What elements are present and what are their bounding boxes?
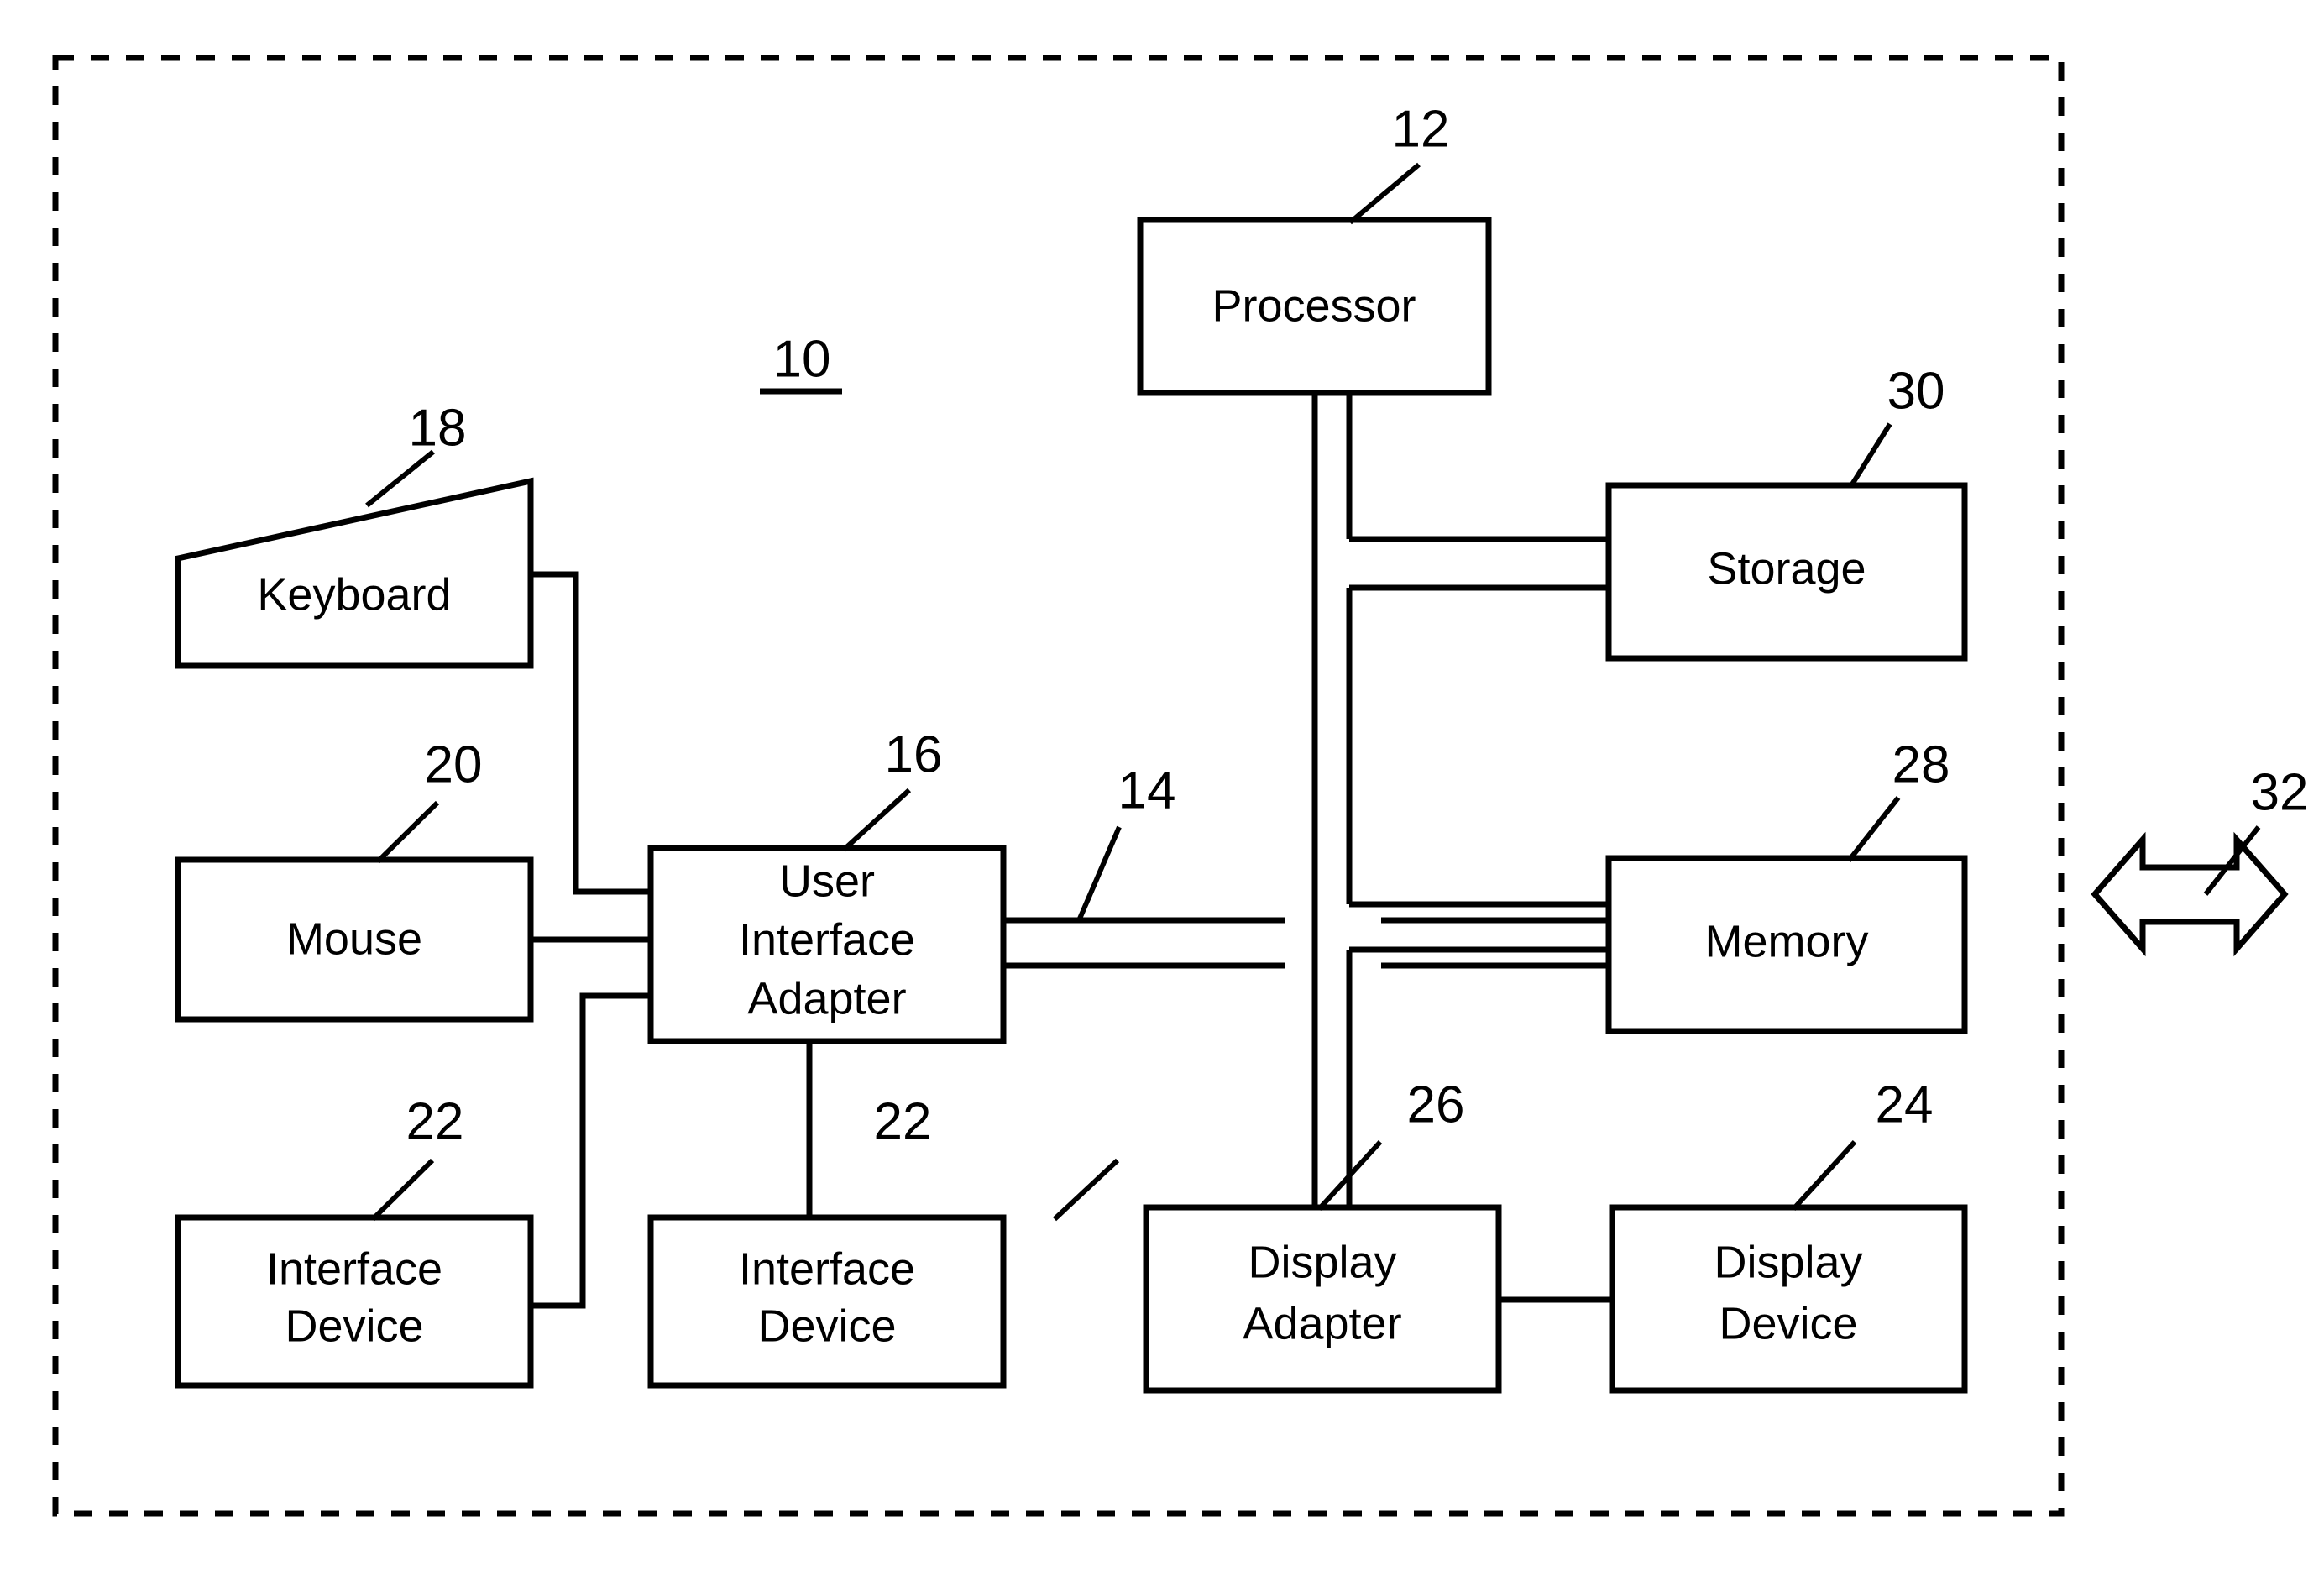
external-io-arrow bbox=[2091, 831, 2289, 957]
block-processor[interactable]: Processor bbox=[1137, 217, 1492, 396]
display-adapter-label-line1: Display bbox=[1248, 1237, 1396, 1287]
ref-numeral-io-arrow: 32 bbox=[2251, 763, 2309, 821]
leader-line-ui-adapter bbox=[841, 788, 912, 852]
leader-line-storage bbox=[1848, 422, 1892, 489]
block-display-adapter[interactable]: Display Adapter bbox=[1143, 1204, 1502, 1394]
wire-interface-device-left-to-ui-adapter bbox=[531, 992, 651, 1309]
storage-label: Storage bbox=[1707, 543, 1866, 594]
leader-line-processor bbox=[1348, 162, 1421, 225]
block-memory[interactable]: Memory bbox=[1605, 855, 1968, 1034]
interface-device-left-label-line1: Interface bbox=[266, 1243, 442, 1294]
interface-device-left-label-line2: Device bbox=[285, 1301, 423, 1351]
leader-line-memory bbox=[1846, 796, 1901, 862]
leader-line-bus bbox=[1077, 825, 1122, 920]
block-display-device[interactable]: Display Device bbox=[1609, 1204, 1968, 1394]
ref-numeral-memory: 28 bbox=[1892, 736, 1950, 793]
display-device-label-line2: Device bbox=[1719, 1298, 1857, 1348]
display-adapter-label-line2: Adapter bbox=[1243, 1298, 1401, 1348]
ref-numeral-ui-adapter: 16 bbox=[885, 725, 943, 783]
memory-label: Memory bbox=[1704, 916, 1868, 966]
interface-device-center-label-line2: Device bbox=[757, 1301, 896, 1351]
ref-numeral-display-device: 24 bbox=[1876, 1076, 1934, 1133]
block-interface-device-left[interactable]: Interface Device bbox=[175, 1214, 534, 1389]
mouse-label: Mouse bbox=[286, 914, 422, 964]
keyboard-label: Keyboard bbox=[257, 569, 451, 620]
leader-line-interface-device-center bbox=[1052, 1158, 1120, 1222]
ref-numeral-storage: 30 bbox=[1887, 362, 1945, 420]
ref-numeral-system: 10 bbox=[773, 330, 831, 388]
ui-adapter-label-line3: Adapter bbox=[747, 973, 906, 1023]
ui-adapter-label-line2: Interface bbox=[739, 914, 915, 965]
block-storage[interactable]: Storage bbox=[1605, 482, 1968, 662]
leader-line-mouse bbox=[375, 800, 440, 864]
leader-line-display-device bbox=[1791, 1139, 1857, 1212]
block-user-interface-adapter[interactable]: User Interface Adapter bbox=[647, 845, 1007, 1044]
leader-line-keyboard bbox=[365, 449, 435, 508]
display-device-label-line1: Display bbox=[1714, 1237, 1862, 1287]
bidirectional-arrow-icon bbox=[2091, 831, 2289, 957]
block-interface-device-center[interactable]: Interface Device bbox=[647, 1214, 1007, 1389]
processor-label: Processor bbox=[1212, 280, 1416, 331]
ref-numeral-display-adapter: 26 bbox=[1407, 1076, 1465, 1133]
ref-numeral-interface-device-left: 22 bbox=[406, 1092, 464, 1150]
block-keyboard[interactable]: Keyboard bbox=[175, 477, 534, 669]
ref-numeral-keyboard: 18 bbox=[409, 399, 467, 457]
block-mouse[interactable]: Mouse bbox=[175, 856, 534, 1023]
wire-keyboard-to-ui-adapter bbox=[531, 571, 651, 895]
leader-line-interface-device-left bbox=[370, 1158, 435, 1222]
ui-adapter-label-line1: User bbox=[779, 856, 875, 906]
ref-numeral-processor: 12 bbox=[1392, 100, 1450, 158]
figure-root: Processor Keyboard Mouse Interface Devic… bbox=[0, 0, 2324, 1581]
ref-numeral-interface-device-center: 22 bbox=[874, 1092, 932, 1150]
ref-numeral-mouse: 20 bbox=[425, 736, 483, 793]
interface-device-center-label-line1: Interface bbox=[739, 1243, 915, 1294]
ref-numeral-bus: 14 bbox=[1118, 762, 1176, 819]
block-diagram-canvas: Processor Keyboard Mouse Interface Devic… bbox=[52, 55, 2309, 1517]
